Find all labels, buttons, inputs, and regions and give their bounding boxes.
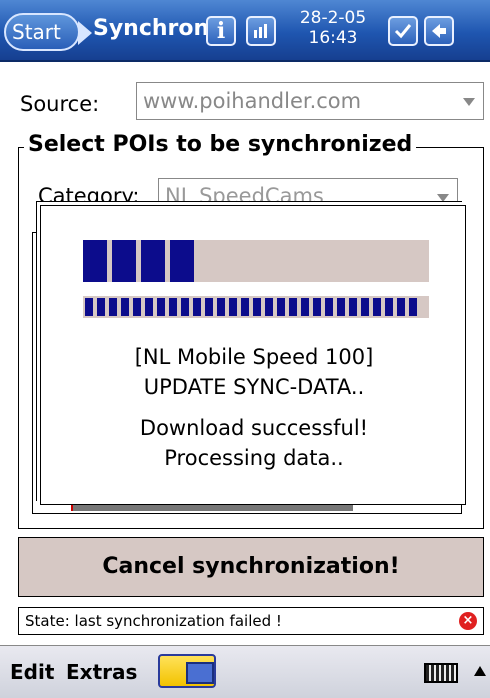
progress-segment <box>373 298 381 316</box>
start-button[interactable]: Start <box>4 13 92 51</box>
error-icon[interactable]: × <box>459 612 477 630</box>
progress-segment <box>265 298 273 316</box>
progress-segment <box>121 298 129 316</box>
progress-segment <box>97 298 105 316</box>
menu-extras[interactable]: Extras <box>66 660 137 684</box>
progress-segment <box>169 298 177 316</box>
checklist-icon[interactable] <box>388 16 418 46</box>
progress-block <box>83 240 107 282</box>
progress-segment <box>181 298 189 316</box>
progress-segment <box>325 298 333 316</box>
status-text: State: last synchronization failed ! <box>25 612 282 630</box>
progress-segment <box>301 298 309 316</box>
progress-segment <box>337 298 345 316</box>
progress-dialog: [NL Mobile Speed 100] UPDATE SYNC-DATA..… <box>40 205 466 505</box>
group-title: Select POIs to be synchronized <box>24 132 417 157</box>
progress-segment <box>109 298 117 316</box>
dialog-line-3: Download successful! <box>139 416 369 440</box>
source-value: www.poihandler.com <box>143 89 362 113</box>
progress-segment <box>157 298 165 316</box>
list-item[interactable] <box>73 505 353 511</box>
clock-time: 16:43 <box>308 28 358 48</box>
status-bar: State: last synchronization failed ! × <box>18 607 484 635</box>
clock[interactable]: 28-2-05 16:43 <box>288 8 378 48</box>
source-label: Source: <box>20 92 100 116</box>
back-icon[interactable] <box>424 16 454 46</box>
progress-segment <box>409 298 417 316</box>
signal-icon[interactable] <box>246 16 276 46</box>
progress-segment <box>289 298 297 316</box>
menu-bar: Edit Extras <box>0 645 490 698</box>
title-bar: Start Synchroni i 28-2-05 16:43 <box>0 0 490 62</box>
progress-segment <box>193 298 201 316</box>
dialog-line-1: [NL Mobile Speed 100] <box>134 345 374 369</box>
progress-segment <box>313 298 321 316</box>
info-icon[interactable]: i <box>206 16 236 46</box>
progress-segment <box>253 298 261 316</box>
app-title: Synchroni <box>93 16 217 41</box>
progress-segment <box>205 298 213 316</box>
progress-block <box>141 240 165 282</box>
progress-block <box>170 240 194 282</box>
chevron-down-icon <box>437 194 449 202</box>
chevron-down-icon <box>463 98 475 106</box>
keyboard-icon[interactable] <box>424 663 458 683</box>
clock-date: 28-2-05 <box>299 8 367 28</box>
sync-icon[interactable] <box>158 654 216 688</box>
progress-segment <box>217 298 225 316</box>
progress-segment <box>241 298 249 316</box>
progress-segment <box>385 298 393 316</box>
primary-progress-bar <box>83 240 429 282</box>
dialog-line-4: Processing data.. <box>164 446 344 470</box>
progress-segment <box>229 298 237 316</box>
progress-segment <box>277 298 285 316</box>
progress-segment <box>145 298 153 316</box>
progress-segment <box>361 298 369 316</box>
progress-block <box>112 240 136 282</box>
dialog-line-2: UPDATE SYNC-DATA.. <box>143 375 365 399</box>
progress-segment <box>85 298 93 316</box>
progress-segment <box>397 298 405 316</box>
input-panel-arrow-icon[interactable] <box>474 666 486 676</box>
progress-segment <box>349 298 357 316</box>
menu-edit[interactable]: Edit <box>10 660 54 684</box>
cancel-sync-button[interactable]: Cancel synchronization! <box>18 537 484 597</box>
secondary-progress-bar <box>83 296 429 318</box>
progress-segment <box>133 298 141 316</box>
source-dropdown[interactable]: www.poihandler.com <box>136 82 484 120</box>
